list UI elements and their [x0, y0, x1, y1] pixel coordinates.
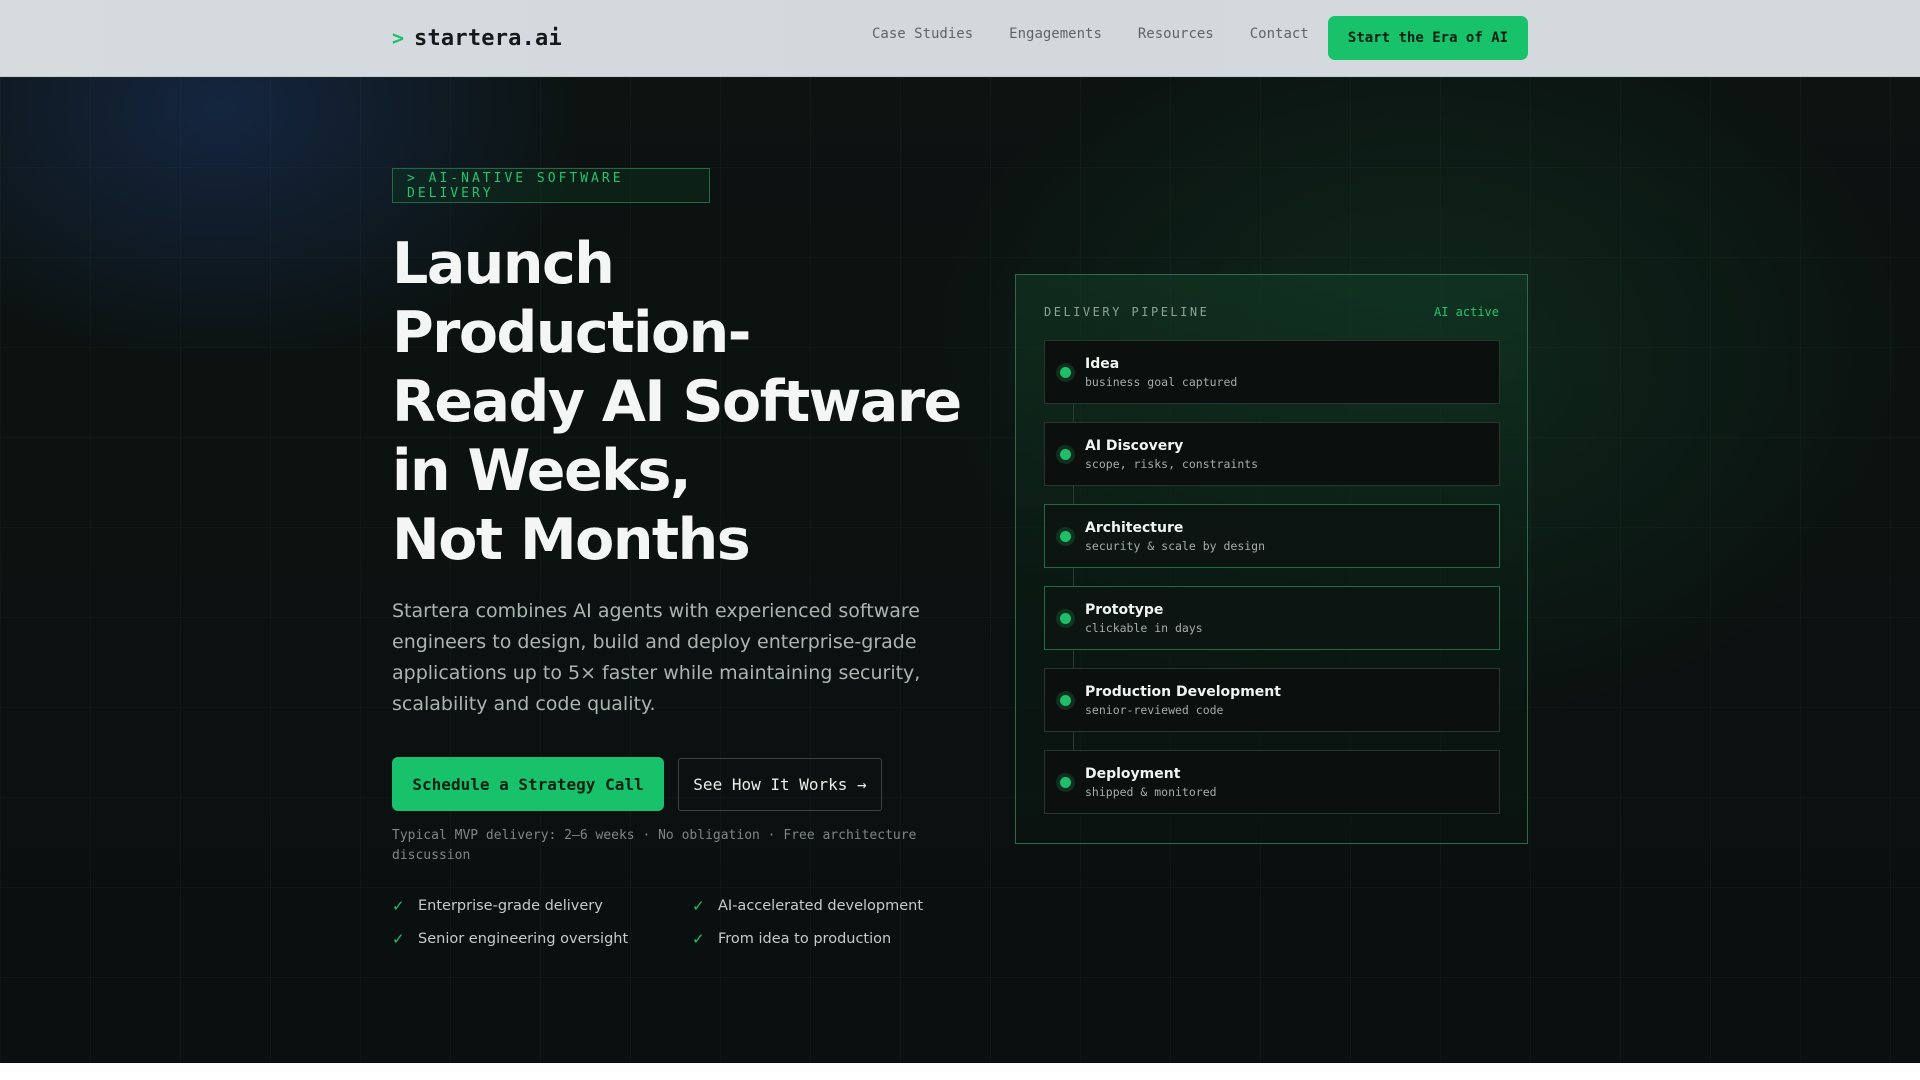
feature-label: AI-accelerated development — [718, 898, 924, 914]
step-description: scope, risks, constraints — [1085, 456, 1259, 471]
step-name: Architecture — [1085, 519, 1184, 536]
headline-line: Not Months — [392, 507, 751, 573]
headline-line: Launch — [392, 231, 615, 297]
pipeline-steps: Idea business goal captured AI Discovery… — [1044, 340, 1500, 832]
headline-line: in Weeks, — [392, 438, 692, 504]
feature-item: ✓ Senior engineering oversight — [392, 929, 692, 949]
delivery-meta-note: Typical MVP delivery: 2–6 weeks · No obl… — [392, 828, 917, 863]
page: > startera.ai Case Studies Engagements R… — [0, 0, 1920, 1080]
feature-label: From idea to production — [718, 931, 892, 947]
check-icon: ✓ — [692, 930, 705, 948]
step-description: shipped & monitored — [1085, 784, 1217, 799]
status-dot-icon — [1060, 367, 1071, 378]
step-description: clickable in days — [1085, 620, 1203, 635]
schedule-strategy-call-button[interactable]: Schedule a Strategy Call — [392, 757, 664, 811]
logo-text: startera.ai — [414, 25, 562, 51]
pipeline-step-production-development: Production Development senior-reviewed c… — [1044, 668, 1500, 732]
top-navigation: > startera.ai Case Studies Engagements R… — [0, 0, 1920, 77]
headline-line: Ready AI Software — [392, 369, 962, 435]
hero-description: Startera combines AI agents with experie… — [392, 600, 921, 715]
feature-label: Senior engineering oversight — [418, 931, 629, 947]
pipeline-step-deployment: Deployment shipped & monitored — [1044, 750, 1500, 814]
page-bottom-edge — [0, 1063, 1920, 1080]
feature-label: Enterprise-grade delivery — [418, 898, 603, 914]
nav-link-resources[interactable]: Resources — [1138, 26, 1214, 42]
start-era-button[interactable]: Start the Era of AI — [1328, 16, 1528, 60]
status-dot-icon — [1060, 777, 1071, 788]
nav-link-contact[interactable]: Contact — [1250, 26, 1309, 42]
logo[interactable]: > startera.ai — [392, 22, 562, 54]
status-dot-icon — [1060, 613, 1071, 624]
feature-item: ✓ Enterprise-grade delivery — [392, 896, 692, 916]
status-dot-icon — [1060, 695, 1071, 706]
feature-list: ✓ Enterprise-grade delivery ✓ AI-acceler… — [392, 896, 952, 949]
check-icon: ✓ — [392, 930, 405, 948]
step-name: Production Development — [1085, 683, 1281, 700]
status-dot-icon — [1060, 531, 1071, 542]
step-name: Deployment — [1085, 765, 1181, 782]
pipeline-step-prototype: Prototype clickable in days — [1044, 586, 1500, 650]
status-dot-icon — [1060, 449, 1071, 460]
step-description: security & scale by design — [1085, 538, 1266, 553]
nav-link-engagements[interactable]: Engagements — [1009, 26, 1102, 42]
step-description: business goal captured — [1085, 374, 1238, 389]
step-name: Idea — [1085, 355, 1120, 372]
pipeline-status: AI active — [1433, 305, 1499, 319]
step-name: Prototype — [1085, 601, 1164, 618]
nav-links: Case Studies Engagements Resources Conta… — [872, 26, 1309, 42]
step-description: senior-reviewed code — [1085, 702, 1224, 717]
hero-tagline-badge: > AI-NATIVE SOFTWARE DELIVERY — [392, 168, 710, 203]
delivery-pipeline-panel: DELIVERY PIPELINE AI active Idea busines… — [1015, 274, 1528, 844]
background-grid — [0, 77, 1920, 1080]
pipeline-step-architecture: Architecture security & scale by design — [1044, 504, 1500, 568]
pipeline-title: DELIVERY PIPELINE — [1044, 305, 1210, 319]
see-how-it-works-button[interactable]: See How It Works → — [678, 758, 882, 811]
feature-item: ✓ AI-accelerated development — [692, 896, 952, 916]
check-icon: ✓ — [692, 897, 705, 915]
headline-line: Production- — [392, 300, 751, 366]
step-name: AI Discovery — [1085, 437, 1184, 454]
hero-headline: Launch Production- Ready AI Software in … — [392, 230, 972, 575]
logo-caret-icon: > — [392, 26, 405, 50]
check-icon: ✓ — [392, 897, 405, 915]
nav-link-case-studies[interactable]: Case Studies — [872, 26, 973, 42]
pipeline-step-ai-discovery: AI Discovery scope, risks, constraints — [1044, 422, 1500, 486]
pipeline-step-idea: Idea business goal captured — [1044, 340, 1500, 404]
feature-item: ✓ From idea to production — [692, 929, 952, 949]
